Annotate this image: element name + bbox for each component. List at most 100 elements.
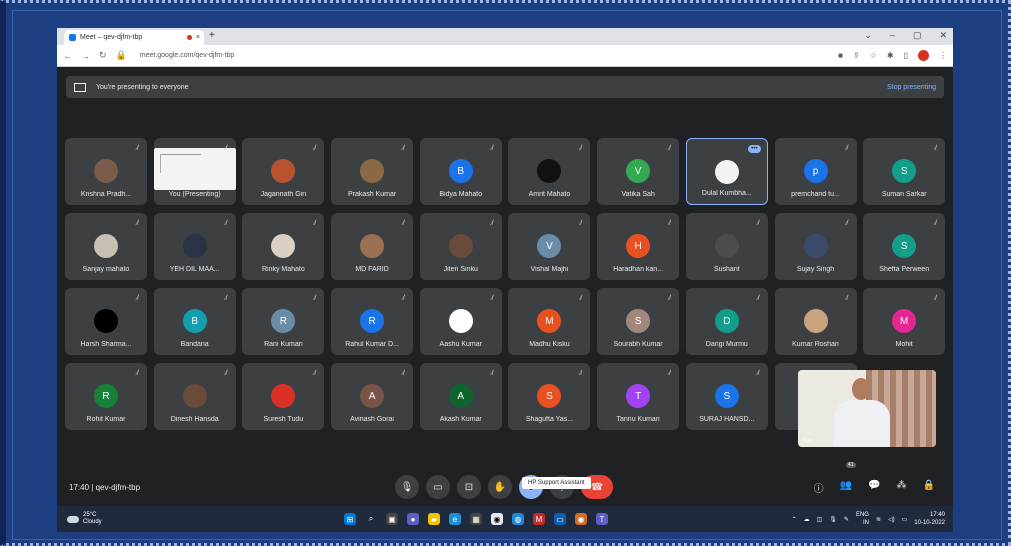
search-icon[interactable]: ⌕ [365, 513, 377, 525]
maximize-button[interactable]: ▢ [913, 30, 922, 41]
store-icon[interactable]: ▦ [470, 513, 482, 525]
taskbar-clock[interactable]: 17:40 10-10-2022 [914, 511, 945, 527]
self-view-name: You [802, 438, 813, 444]
participant-tile[interactable]: D ⁄̸ Dangi Murmu [685, 288, 768, 355]
participant-tile[interactable]: S ⁄̸ Suman Sarkar [863, 138, 946, 205]
participant-tile[interactable]: ⁄̸ Sushant [685, 213, 768, 280]
activities-icon[interactable]: ⁂ [897, 480, 907, 495]
teams-icon[interactable]: T [596, 513, 608, 525]
tab-close-icon[interactable]: × [196, 34, 200, 41]
participant-name: Suresh Tudu [263, 416, 304, 423]
extensions-icon[interactable]: ✱ [887, 51, 894, 60]
monitor-app-icon[interactable]: ▭ [554, 513, 566, 525]
chrome-active-icon[interactable]: ◉ [575, 513, 587, 525]
participant-tile[interactable]: R ⁄̸ Rahul Kumar D... [331, 288, 414, 355]
people-icon[interactable]: 👥 [840, 480, 852, 495]
teams-chat-icon[interactable]: ● [407, 513, 419, 525]
participant-tile[interactable]: R ⁄̸ Rohit Kumar [65, 363, 147, 430]
participant-tile[interactable]: V ⁄̸ Vatika Sah [597, 138, 680, 205]
edge-icon[interactable]: e [449, 513, 461, 525]
participant-tile[interactable]: ⁄̸ Rinky Mahato [242, 213, 325, 280]
participant-photo [94, 159, 118, 183]
raise-hand-button[interactable]: ✋ [488, 475, 512, 499]
participant-tile[interactable]: V ⁄̸ Vishal Majhi [508, 213, 591, 280]
participant-tile[interactable]: ⁄̸ Jiten Sinku [419, 213, 502, 280]
close-button[interactable]: ✕ [939, 30, 947, 41]
participant-tile[interactable]: ⁄̸ You (Presenting) [153, 138, 236, 205]
meeting-details-icon[interactable]: ⓘ [814, 480, 824, 495]
participant-tile[interactable]: ⁄̸ Amrit Mahato [508, 138, 591, 205]
url-field[interactable]: meet.google.com/qev-djfm-tbp [140, 52, 235, 59]
participant-tile[interactable]: ⁄̸ Harsh Sharma... [65, 288, 147, 355]
participant-tile[interactable]: ⁄̸ Kumar Roshan [774, 288, 857, 355]
new-tab-button[interactable]: + [209, 30, 215, 41]
participant-tile[interactable]: ⁄̸ Krishna Pradh... [65, 138, 147, 205]
participant-tile[interactable]: S ⁄̸ Sourabh Kumar [597, 288, 680, 355]
chrome-icon[interactable]: ◉ [491, 513, 503, 525]
participant-tile[interactable]: T ⁄̸ Tannu Kumari [597, 363, 680, 430]
tab-meet[interactable]: Meet – qev-djfm-tbp × [64, 30, 204, 45]
participant-tile[interactable]: B ⁄̸ Bidya Mahato [419, 138, 502, 205]
camera-button[interactable]: ▭ [426, 475, 450, 499]
participant-tile[interactable]: ⁄̸ Suresh Tudu [242, 363, 325, 430]
back-icon[interactable]: ← [63, 51, 72, 61]
host-controls-icon[interactable]: 🔒 [923, 480, 935, 495]
participant-tile[interactable]: ⁄̸ Jagannath Giri [242, 138, 325, 205]
participant-photo [182, 234, 207, 258]
participant-tile[interactable]: H ⁄̸ Haradhan kan... [597, 213, 680, 280]
participant-tile[interactable]: ••• Dulal Kumbha... [685, 138, 768, 205]
reload-icon[interactable]: ↻ [99, 50, 107, 61]
participant-tile[interactable]: ⁄̸ Sanjay mahato [65, 213, 147, 280]
mic-muted-icon: ⁄̸ [225, 370, 227, 377]
volume-icon[interactable]: ◁) [888, 516, 895, 523]
participant-tile[interactable]: ⁄̸ Prakash Kumar [331, 138, 414, 205]
stop-presenting-button[interactable]: Stop presenting [887, 84, 936, 91]
self-view-video[interactable]: You [798, 370, 936, 447]
participant-tile[interactable]: B ⁄̸ Bandana [153, 288, 236, 355]
participant-tile[interactable]: ⁄̸ Sujay Singh [774, 213, 857, 280]
participant-tile[interactable]: S ⁄̸ Shagufta Yas... [508, 363, 591, 430]
participant-tile[interactable]: ⁄̸ YEH DIL MAA... [153, 213, 236, 280]
file-explorer-icon[interactable]: ▰ [428, 513, 440, 525]
mic-muted-icon: ⁄̸ [136, 220, 138, 227]
microphone-button[interactable]: 🎙 [395, 475, 419, 499]
participant-tile[interactable]: ⁄̸ MD FARID [331, 213, 414, 280]
minimize-button[interactable]: – [890, 30, 895, 41]
participant-tile[interactable]: ⁄̸ Dinesh Hansda [153, 363, 236, 430]
weather-widget[interactable]: 25°C Cloudy [67, 512, 102, 526]
side-panel-icon[interactable]: ▯ [904, 51, 908, 60]
participant-tile[interactable]: S ⁄̸ Shefta Perween [863, 213, 946, 280]
participant-tile[interactable]: A ⁄̸ Akash Kumar [419, 363, 502, 430]
lock-icon[interactable]: 🔒 [116, 50, 127, 61]
participant-tile[interactable]: M ⁄̸ Madhu Kisku [508, 288, 591, 355]
wifi-icon[interactable]: ≋ [876, 516, 881, 523]
camera-indicator-icon[interactable]: ■ [838, 51, 843, 60]
profile-avatar[interactable] [918, 50, 929, 61]
share-icon[interactable]: ⇪ [853, 51, 860, 60]
language-indicator[interactable]: ENG IN [856, 511, 869, 527]
pen-icon[interactable]: ✎ [844, 516, 849, 523]
participant-tile[interactable]: S ⁄̸ SURAJ HANSD... [685, 363, 768, 430]
browser-menu-icon[interactable]: ⋮ [939, 51, 947, 60]
participant-tile[interactable]: p ⁄̸ premchand tu... [774, 138, 857, 205]
participant-tile[interactable]: A ⁄̸ Aashu Kumar [419, 288, 502, 355]
network-app-icon[interactable]: ◫ [817, 516, 823, 523]
mcafee-icon[interactable]: M [533, 513, 545, 525]
battery-icon[interactable]: ▭ [902, 516, 908, 523]
mic-tray-icon[interactable]: 🎙 [829, 516, 837, 523]
participant-tile[interactable]: A ⁄̸ Avinash Gorai [331, 363, 414, 430]
participant-tile[interactable]: R ⁄̸ Rani Kumari [242, 288, 325, 355]
show-hidden-icons-icon[interactable]: ⌃ [792, 516, 797, 523]
tab-search-icon[interactable]: ⌄ [864, 30, 872, 41]
captions-button[interactable]: ⊡ [457, 475, 481, 499]
participant-tile[interactable]: M ⁄̸ Mohit [863, 288, 946, 355]
mic-muted-icon: ⁄̸ [402, 370, 405, 377]
app-icon[interactable]: ◍ [512, 513, 524, 525]
window-controls: ⌄ – ▢ ✕ [864, 30, 947, 41]
bookmark-star-icon[interactable]: ☆ [870, 51, 877, 60]
chat-icon[interactable]: 💬 [868, 480, 880, 495]
task-view-icon[interactable]: ▣ [386, 513, 398, 525]
forward-icon[interactable]: → [81, 51, 90, 61]
onedrive-icon[interactable]: ☁ [804, 516, 810, 523]
start-icon[interactable]: ⊞ [344, 513, 356, 525]
